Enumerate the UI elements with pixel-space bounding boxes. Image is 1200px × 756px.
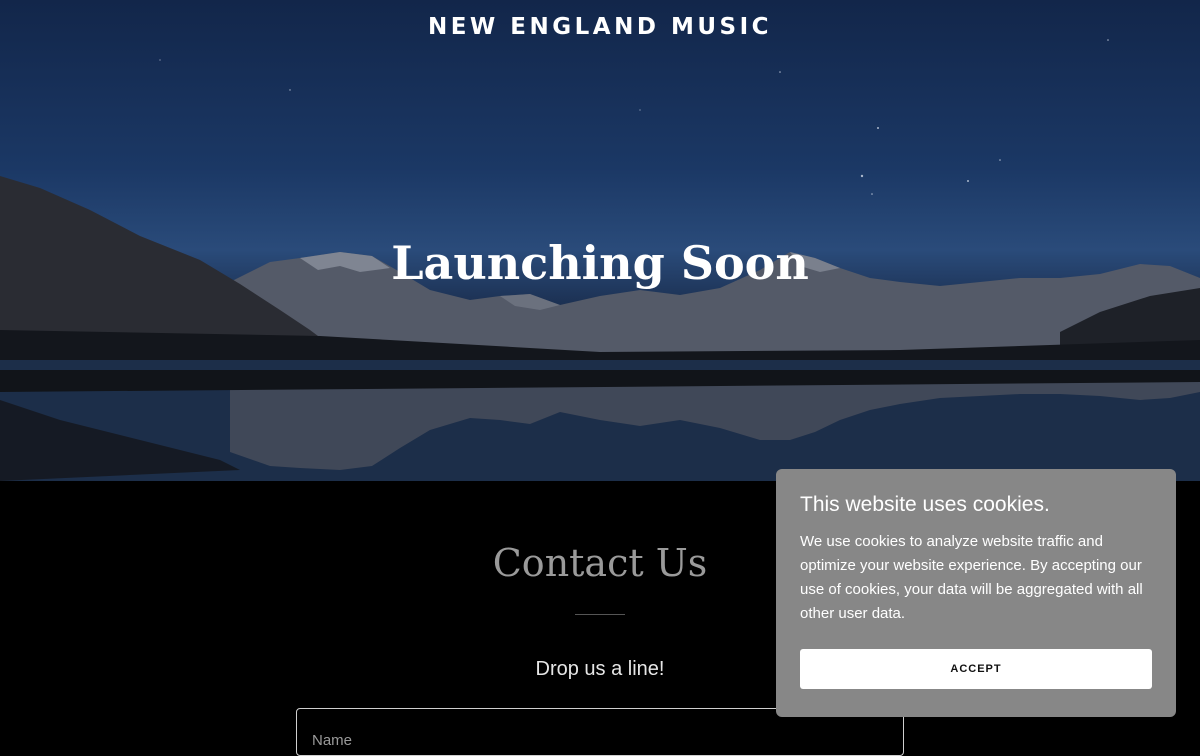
cookie-banner: This website uses cookies. We use cookie… — [776, 469, 1176, 717]
cookie-banner-title: This website uses cookies. — [800, 493, 1050, 516]
section-divider — [575, 614, 625, 615]
accept-cookies-button[interactable]: ACCEPT — [800, 649, 1152, 689]
hero-title: Launching Soon — [391, 236, 809, 290]
hero-section: NEW ENGLAND MUSIC Launching Soon — [0, 0, 1200, 481]
site-brand[interactable]: NEW ENGLAND MUSIC — [0, 14, 1200, 40]
cookie-banner-text: We use cookies to analyze website traffi… — [800, 533, 1143, 622]
